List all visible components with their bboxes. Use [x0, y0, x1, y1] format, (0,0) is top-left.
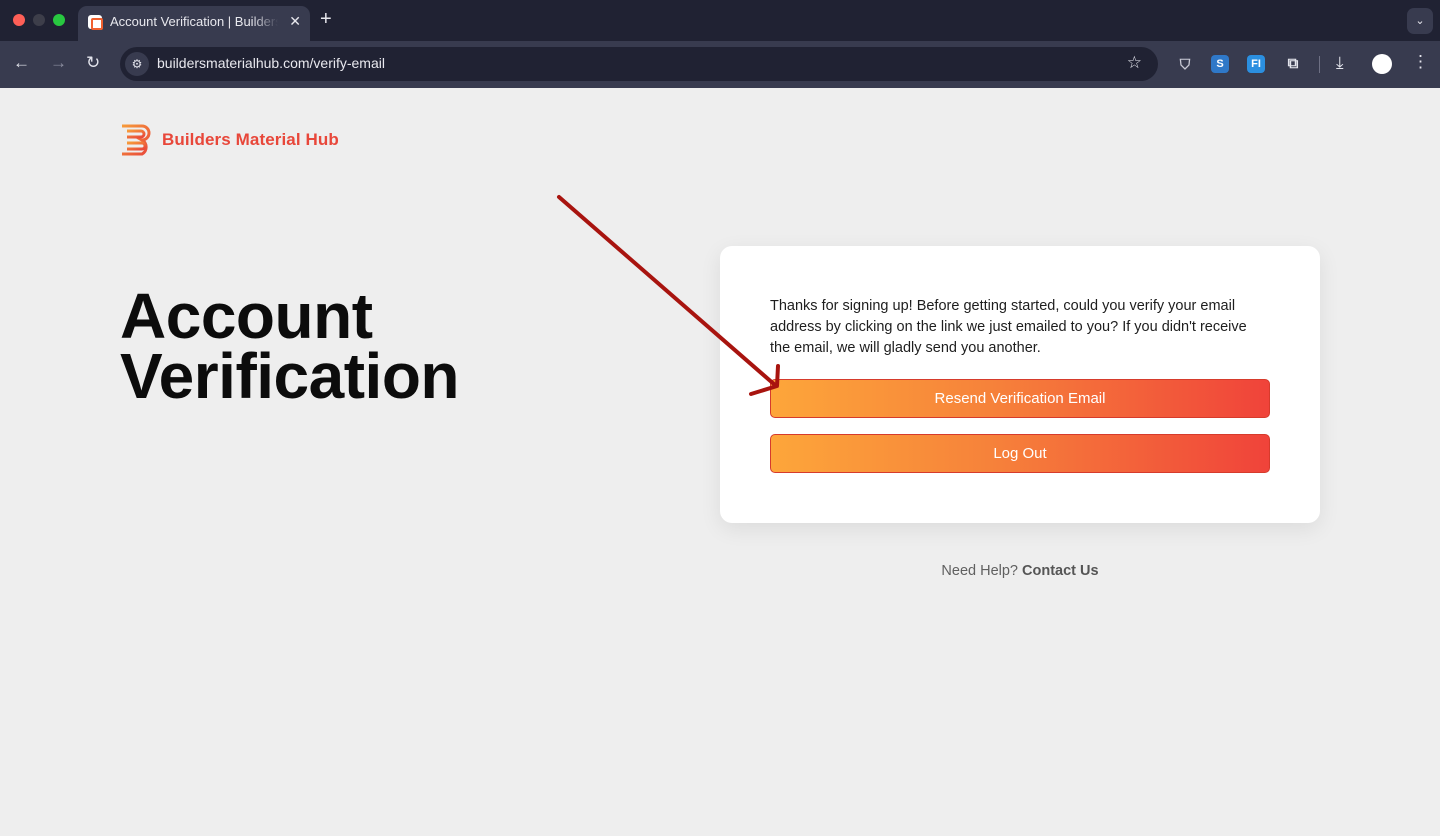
new-tab-button[interactable]: + [320, 8, 332, 30]
help-prompt: Need Help? [941, 563, 1018, 579]
window-close-button[interactable] [13, 14, 25, 26]
logo-text: Builders Material Hub [162, 130, 339, 149]
s-extension-icon[interactable]: S [1211, 55, 1229, 73]
window-minimize-button[interactable] [33, 14, 45, 26]
resend-verification-button[interactable]: Resend Verification Email [770, 379, 1270, 418]
extensions-puzzle-icon[interactable]: ⧉ [1284, 55, 1302, 73]
toolbar-divider [1319, 56, 1320, 73]
verification-message: Thanks for signing up! Before getting st… [770, 298, 1247, 356]
tab-title: Account Verification | Builders Material… [110, 14, 278, 29]
url-text[interactable]: buildersmaterialhub.com/verify-email [157, 55, 385, 71]
browser-menu-icon[interactable]: ⋮ [1412, 52, 1429, 72]
page-title: Account Verification [120, 280, 460, 412]
site-settings-icon[interactable]: ⚙ [125, 52, 149, 76]
forward-arrow-icon[interactable]: → [50, 53, 67, 73]
tab-search-button[interactable]: ⌄ [1407, 8, 1433, 34]
page-title-line-2: Verification [120, 340, 460, 412]
browser-tab-active[interactable]: Account Verification | Builders Material… [78, 6, 310, 41]
site-favicon-icon [88, 15, 103, 30]
fi-extension-icon[interactable]: FI [1247, 55, 1265, 73]
browser-tab-bar: Account Verification | Builders Material… [0, 0, 1440, 41]
contact-us-link[interactable]: Contact Us [1022, 563, 1099, 579]
page-title-line-1: Account [120, 280, 373, 352]
profile-avatar[interactable] [1372, 54, 1392, 74]
help-text: Need Help? Contact Us [720, 563, 1320, 579]
shield-extension-icon[interactable]: ⛉ [1176, 55, 1194, 73]
log-out-button[interactable]: Log Out [770, 434, 1270, 473]
browser-toolbar: ← → ↻ ⚙ buildersmaterialhub.com/verify-e… [0, 41, 1440, 88]
download-icon[interactable]: ⤓ [1336, 53, 1344, 73]
window-maximize-button[interactable] [53, 14, 65, 26]
back-arrow-icon[interactable]: ← [13, 53, 30, 73]
verification-card: Thanks for signing up! Before getting st… [720, 246, 1320, 523]
reload-icon[interactable]: ↻ [86, 53, 100, 73]
tab-close-icon[interactable]: ✕ [289, 13, 301, 29]
builders-logo-icon [122, 124, 151, 156]
bookmark-star-icon[interactable]: ☆ [1127, 53, 1142, 73]
address-bar[interactable]: ⚙ buildersmaterialhub.com/verify-email ☆ [120, 47, 1158, 81]
